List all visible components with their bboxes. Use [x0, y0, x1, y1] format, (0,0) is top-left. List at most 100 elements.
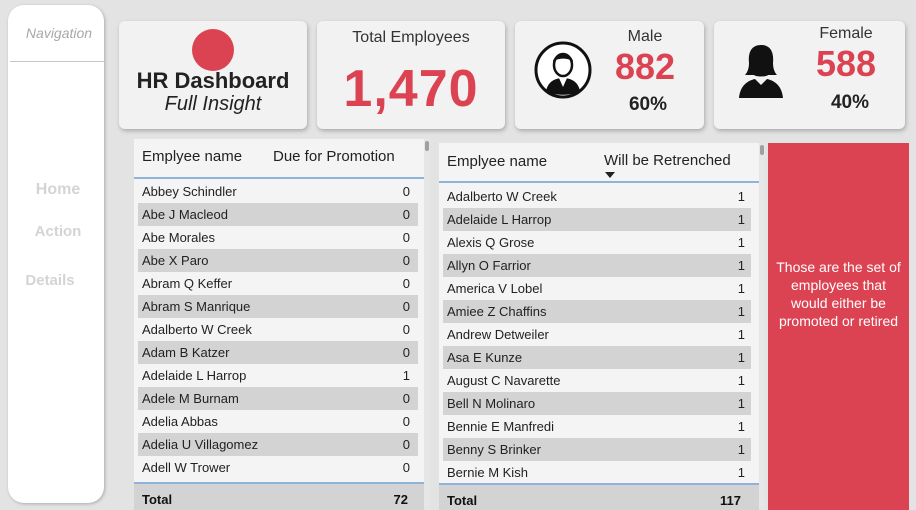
value-cell: 1 [737, 442, 745, 457]
retrench-col-value-header[interactable]: Will be Retrenched [604, 152, 731, 169]
value-cell: 1 [737, 419, 745, 434]
employee-name-cell: Benny S Brinker [447, 442, 541, 457]
table-row[interactable]: Allyn O Farrior 1 [443, 254, 751, 277]
value-cell: 1 [737, 465, 745, 480]
male-label: Male [627, 28, 663, 45]
table-row[interactable]: Abe Morales 0 [138, 226, 418, 249]
value-cell: 1 [737, 212, 745, 227]
navigation-sidebar: Navigation Home Action Details [8, 5, 104, 503]
employee-name-cell: Adelaide L Harrop [447, 212, 552, 227]
employee-name-cell: Abbey Schindler [142, 184, 237, 199]
table-row[interactable]: Abram Q Keffer 0 [138, 272, 418, 295]
logo-dot-icon [192, 29, 234, 71]
employee-name-cell: Abe J Macleod [142, 207, 228, 222]
promotion-col-value-header[interactable]: Due for Promotion [273, 148, 395, 165]
scroll-thumb[interactable] [425, 141, 429, 151]
total-employees-value: 1,470 [343, 60, 479, 118]
promotion-total-value: 72 [393, 492, 408, 507]
employee-name-cell: Adam B Katzer [142, 345, 230, 360]
table-row[interactable]: Abram S Manrique 0 [138, 295, 418, 318]
employee-name-cell: Abe X Paro [142, 253, 209, 268]
value-cell: 0 [402, 276, 410, 291]
promotion-col-name-header[interactable]: Emplyee name [142, 148, 242, 165]
female-avatar-icon [739, 45, 783, 98]
retrench-total-label: Total [447, 493, 478, 508]
employee-name-cell: Bell N Molinaro [447, 396, 536, 411]
table-row[interactable]: Bennie E Manfredi 1 [443, 415, 751, 438]
table-row[interactable]: Adell W Trower 0 [138, 456, 418, 479]
retrench-table: Emplyee name Will be Retrenched Adalbert… [439, 143, 765, 510]
header-divider [439, 181, 765, 183]
employee-name-cell: Adalberto W Creek [447, 189, 557, 204]
table-row[interactable]: Abe J Macleod 0 [138, 203, 418, 226]
employee-name-cell: Abe Morales [142, 230, 215, 245]
employee-name-cell: Adele M Burnam [142, 391, 239, 406]
dashboard-title: HR Dashboard [136, 68, 290, 93]
employee-name-cell: Bennie E Manfredi [447, 419, 554, 434]
employee-name-cell: Adelia Abbas [142, 414, 218, 429]
nav-action-button[interactable]: Action [8, 223, 108, 240]
retrench-scrollbar[interactable] [759, 143, 765, 510]
value-cell: 1 [737, 327, 745, 342]
employee-name-cell: Abram S Manrique [142, 299, 251, 314]
employee-name-cell: Adell W Trower [142, 460, 231, 475]
table-row[interactable]: Bernie M Kish 1 [443, 461, 751, 484]
retrench-table-header: Emplyee name Will be Retrenched [439, 143, 765, 183]
employee-name-cell: Bernie M Kish [447, 465, 528, 480]
table-row[interactable]: Alexis Q Grose 1 [443, 231, 751, 254]
total-employees-label: Total Employees [352, 29, 470, 46]
table-row[interactable]: August C Navarette 1 [443, 369, 751, 392]
table-row[interactable]: Adelaide L Harrop 1 [138, 364, 418, 387]
employee-name-cell: Adalberto W Creek [142, 322, 252, 337]
female-label: Female [819, 25, 873, 42]
value-cell: 0 [402, 437, 410, 452]
value-cell: 0 [402, 414, 410, 429]
promotion-scrollbar[interactable] [424, 139, 430, 510]
table-row[interactable]: Adam B Katzer 0 [138, 341, 418, 364]
value-cell: 0 [402, 207, 410, 222]
employee-name-cell: Amiee Z Chaffins [447, 304, 547, 319]
retrench-col-name-header[interactable]: Emplyee name [447, 153, 547, 170]
table-row[interactable]: Amiee Z Chaffins 1 [443, 300, 751, 323]
table-row[interactable]: Abbey Schindler 0 [138, 180, 418, 203]
table-row[interactable]: Adalberto W Creek 1 [443, 185, 751, 208]
promotion-table-header: Emplyee name Due for Promotion [134, 139, 430, 179]
table-row[interactable]: Adele M Burnam 0 [138, 387, 418, 410]
value-cell: 1 [737, 281, 745, 296]
nav-home-button[interactable]: Home [8, 181, 108, 199]
table-row[interactable]: Adalberto W Creek 0 [138, 318, 418, 341]
table-row[interactable]: Asa E Kunze 1 [443, 346, 751, 369]
nav-divider [10, 61, 104, 62]
female-count: 588 [815, 43, 877, 84]
value-cell: 0 [402, 184, 410, 199]
value-cell: 1 [737, 373, 745, 388]
table-row[interactable]: Adelia Abbas 0 [138, 410, 418, 433]
table-row[interactable]: Andrew Detweiler 1 [443, 323, 751, 346]
info-panel-text: Those are the set of employees that woul… [776, 259, 901, 329]
sort-descending-icon[interactable] [605, 172, 615, 178]
table-row[interactable]: Adelaide L Harrop 1 [443, 208, 751, 231]
promotion-total-label: Total [142, 492, 173, 507]
value-cell: 0 [402, 299, 410, 314]
table-row[interactable]: Adelia U Villagomez 0 [138, 433, 418, 456]
promotion-table: Emplyee name Due for Promotion Abbey Sch… [134, 139, 430, 510]
value-cell: 1 [737, 350, 745, 365]
value-cell: 1 [402, 368, 410, 383]
nav-details-button[interactable]: Details [0, 272, 100, 289]
employee-name-cell: America V Lobel [447, 281, 543, 296]
table-row[interactable]: America V Lobel 1 [443, 277, 751, 300]
info-panel: Those are the set of employees that woul… [768, 143, 909, 510]
value-cell: 1 [737, 189, 745, 204]
female-percent: 40% [830, 92, 870, 113]
table-row[interactable]: Abe X Paro 0 [138, 249, 418, 272]
employee-name-cell: Adelia U Villagomez [142, 437, 259, 452]
value-cell: 0 [402, 322, 410, 337]
table-row[interactable]: Bell N Molinaro 1 [443, 392, 751, 415]
scroll-thumb[interactable] [760, 145, 764, 155]
male-percent: 60% [628, 94, 668, 115]
male-count: 882 [614, 46, 676, 87]
total-employees-card: Total Employees 1,470 [317, 21, 505, 129]
promotion-total-row: Total 72 [134, 484, 430, 510]
table-row[interactable]: Benny S Brinker 1 [443, 438, 751, 461]
employee-name-cell: Abram Q Keffer [142, 276, 233, 291]
